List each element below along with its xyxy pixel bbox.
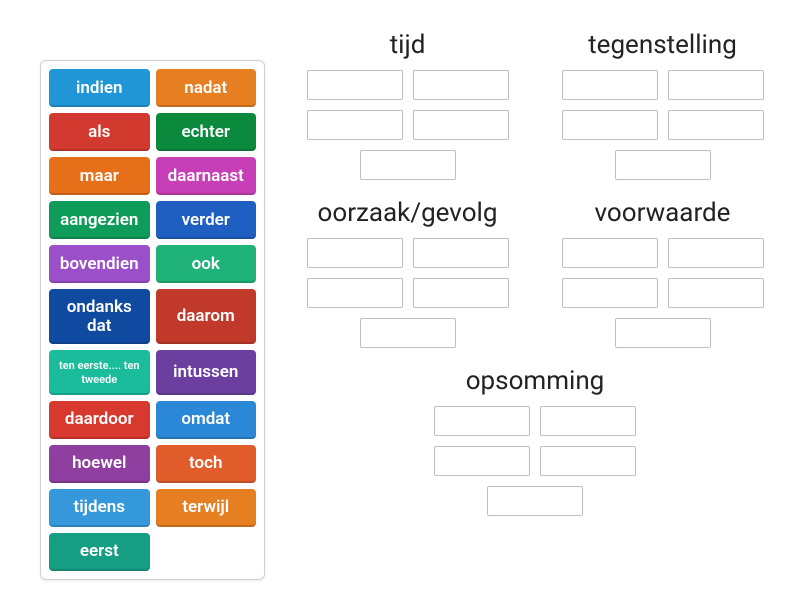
drop-zone-tijd[interactable] [300,70,515,180]
drop-slot[interactable] [487,486,583,516]
drop-zone-opsomming[interactable] [385,406,685,516]
drop-slot[interactable] [413,238,509,268]
word-tile[interactable]: toch [156,445,257,483]
word-tile[interactable]: aangezien [49,201,150,239]
word-tile[interactable]: omdat [156,401,257,439]
drop-slot[interactable] [540,406,636,436]
word-tile[interactable]: echter [156,113,257,151]
category-tegenstelling: tegenstelling [555,30,770,180]
category-title: opsomming [385,366,685,396]
drop-slot[interactable] [540,446,636,476]
drop-slot[interactable] [562,110,658,140]
word-tile[interactable]: daarom [156,289,257,344]
category-tijd: tijd [300,30,515,180]
drop-slot[interactable] [360,318,456,348]
drop-slot[interactable] [668,70,764,100]
word-tile[interactable]: terwijl [156,489,257,527]
category-voorwaarde: voorwaarde [555,198,770,348]
drop-slot[interactable] [562,70,658,100]
drop-slot[interactable] [360,150,456,180]
word-tile[interactable]: nadat [156,69,257,107]
word-tile[interactable]: ten eerste.... ten tweede [49,350,150,394]
drop-slot[interactable] [434,406,530,436]
word-bank: indiennadatalsechtermaardaarnaastaangezi… [40,60,265,580]
drop-slot[interactable] [307,110,403,140]
category-opsomming: opsomming [385,366,685,516]
drop-slot[interactable] [615,318,711,348]
drop-slot[interactable] [668,238,764,268]
word-tile[interactable]: daardoor [49,401,150,439]
category-row-3: opsomming [300,366,770,516]
drop-slot[interactable] [615,150,711,180]
drop-zone-voorwaarde[interactable] [555,238,770,348]
word-tile[interactable]: verder [156,201,257,239]
drop-slot[interactable] [562,278,658,308]
category-row-2: oorzaak/gevolg voorwaarde [300,198,770,348]
drop-slot[interactable] [434,446,530,476]
word-tile[interactable]: daarnaast [156,157,257,195]
drop-slot[interactable] [307,70,403,100]
drop-zone-tegenstelling[interactable] [555,70,770,180]
category-title: voorwaarde [555,198,770,228]
word-tile[interactable]: tijdens [49,489,150,527]
categories-area: tijd tegenstelling oorzaak/gevolg voorwa… [300,30,770,580]
word-tile[interactable]: hoewel [49,445,150,483]
word-tile[interactable]: als [49,113,150,151]
drop-slot[interactable] [307,238,403,268]
drop-slot[interactable] [668,278,764,308]
drop-slot[interactable] [413,70,509,100]
category-title: oorzaak/gevolg [300,198,515,228]
category-title: tegenstelling [555,30,770,60]
drop-slot[interactable] [562,238,658,268]
drop-slot[interactable] [413,110,509,140]
drop-slot[interactable] [413,278,509,308]
category-row-1: tijd tegenstelling [300,30,770,180]
word-tile[interactable]: ook [156,245,257,283]
category-title: tijd [300,30,515,60]
word-tile[interactable]: ondanks dat [49,289,150,344]
drop-slot[interactable] [668,110,764,140]
drop-zone-oorzaak-gevolg[interactable] [300,238,515,348]
drop-slot[interactable] [307,278,403,308]
category-oorzaak-gevolg: oorzaak/gevolg [300,198,515,348]
word-tile[interactable]: maar [49,157,150,195]
word-tile[interactable]: eerst [49,533,150,571]
word-tile[interactable]: bovendien [49,245,150,283]
word-tile[interactable]: indien [49,69,150,107]
word-tile[interactable]: intussen [156,350,257,394]
